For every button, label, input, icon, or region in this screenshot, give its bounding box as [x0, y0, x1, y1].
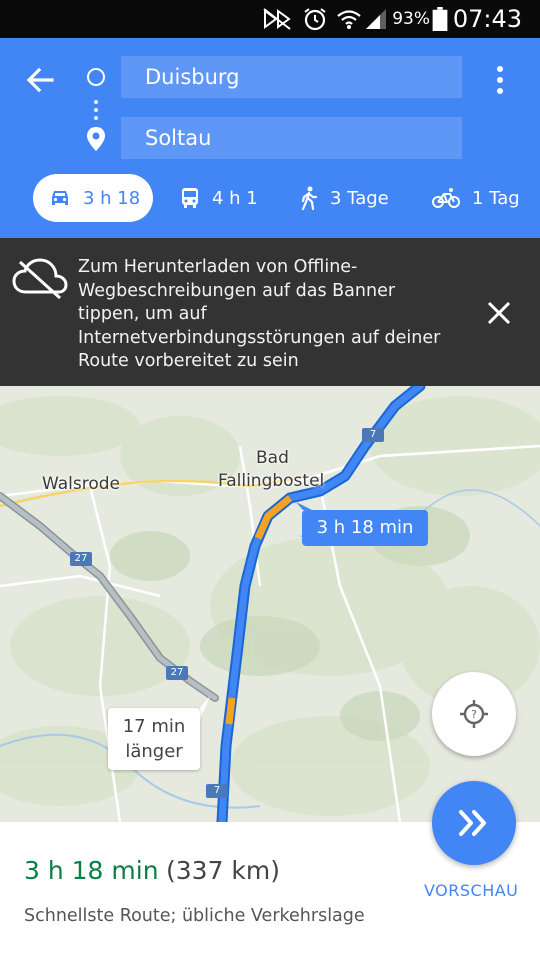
tab-driving[interactable]: 3 h 18 — [33, 174, 153, 222]
route-duration: 3 h 18 min — [24, 856, 159, 885]
close-icon[interactable] — [486, 300, 512, 326]
walk-icon — [301, 186, 318, 210]
map-label-bad: Bad — [256, 448, 289, 468]
nfc-muted-icon — [263, 8, 291, 30]
highway-shield: 27 — [70, 552, 92, 566]
origin-field[interactable]: Duisburg — [121, 56, 462, 98]
preview-label[interactable]: VORSCHAU — [424, 881, 518, 900]
destination-pin-icon — [87, 127, 105, 151]
back-arrow-icon[interactable] — [20, 60, 60, 100]
tab-cycling-label: 1 Tag — [472, 187, 520, 209]
travel-mode-tabs: 3 h 18 4 h 1 3 Tage 1 Tag — [0, 174, 540, 226]
highway-shield: 7 — [206, 784, 228, 798]
tab-driving-label: 3 h 18 — [83, 187, 141, 209]
map-view[interactable]: Walsrode Bad Fallingbostel 7 27 27 7 3 h… — [0, 386, 540, 822]
tab-cycling[interactable]: 1 Tag — [432, 174, 520, 222]
offline-banner[interactable]: Zum Herunterladen von Offline-Wegbeschre… — [0, 238, 540, 386]
alternative-route-callout[interactable]: 17 min länger — [108, 708, 200, 770]
status-bar: 93% 07:43 — [0, 0, 540, 38]
battery-percent: 93% — [392, 9, 430, 29]
crosshair-location-icon: ? — [460, 700, 488, 728]
route-duration-callout[interactable]: 3 h 18 min — [302, 510, 428, 546]
svg-text:?: ? — [471, 708, 477, 721]
highway-shield: 7 — [362, 428, 384, 442]
destination-field[interactable]: Soltau — [121, 117, 462, 159]
map-label-fallingbostel: Fallingbostel — [218, 471, 325, 491]
route-distance: (337 km) — [166, 856, 281, 885]
highway-shield: 27 — [166, 666, 188, 680]
origin-circle-icon — [87, 68, 105, 86]
tab-walking[interactable]: 3 Tage — [300, 174, 389, 222]
alt-callout-line2: länger — [125, 741, 183, 762]
my-location-button[interactable]: ? — [432, 672, 516, 756]
alarm-icon — [304, 8, 326, 31]
tab-walking-label: 3 Tage — [330, 187, 389, 209]
alt-callout-line1: 17 min — [122, 716, 186, 737]
directions-header: Duisburg Soltau 3 h 18 4 h 1 3 Tage 1 Ta… — [0, 38, 540, 238]
battery-icon — [432, 7, 448, 31]
map-label-walsrode: Walsrode — [42, 474, 120, 494]
signal-icon — [366, 9, 386, 29]
wifi-icon — [337, 10, 361, 29]
offline-banner-text: Zum Herunterladen von Offline-Wegbeschre… — [78, 257, 441, 371]
tab-transit[interactable]: 4 h 1 — [180, 174, 258, 222]
double-chevron-right-icon — [459, 810, 486, 836]
car-icon — [52, 191, 68, 205]
clock: 07:43 — [452, 5, 522, 33]
cloud-off-icon — [12, 258, 68, 300]
maps-app: 93% 07:43 Duisburg Soltau 3 h 18 4 h 1 3… — [0, 0, 540, 960]
bike-icon — [432, 188, 460, 208]
preview-button[interactable] — [432, 781, 516, 865]
transit-icon — [182, 188, 198, 208]
route-description: Schnellste Route; übliche Verkehrslage — [24, 906, 365, 926]
tab-transit-label: 4 h 1 — [212, 187, 258, 209]
more-options-icon[interactable] — [484, 62, 516, 98]
